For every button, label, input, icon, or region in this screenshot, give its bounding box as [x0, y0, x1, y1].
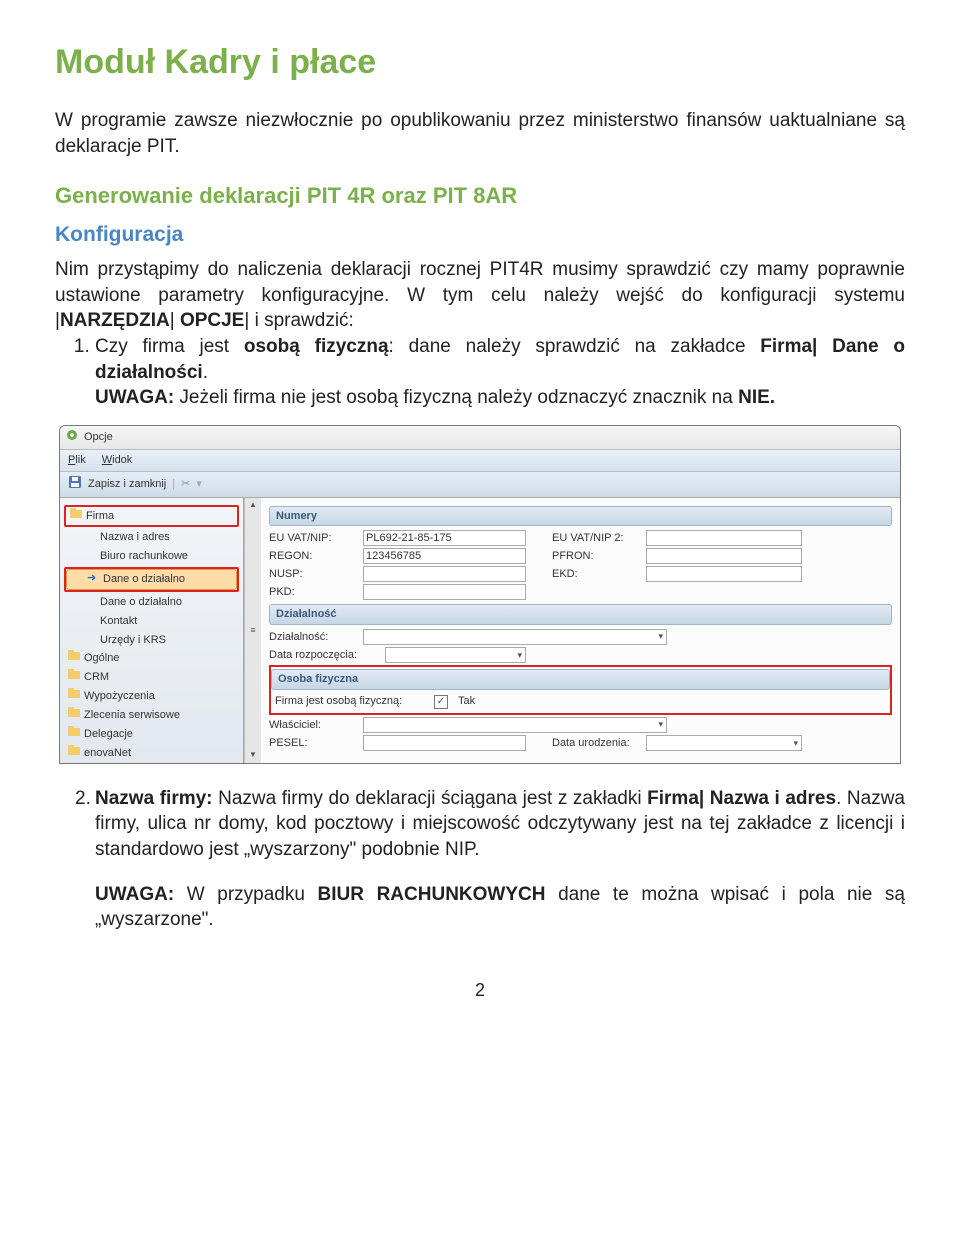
sidebar: Firma Nazwa i adres Biuro rachunkowe ➜ D… — [60, 498, 244, 763]
input-euvat2[interactable] — [646, 530, 802, 546]
window-title: Opcje — [84, 430, 113, 445]
menubar: Plik Widok — [60, 450, 900, 472]
list-item-2-uwaga: UWAGA: W przypadku BIUR RACHUNKOWYCH dan… — [55, 882, 905, 933]
input-data-urodzenia[interactable]: ▾ — [646, 735, 802, 751]
sidebar-item-urzedy[interactable]: Urzędy i KRS — [64, 631, 239, 650]
label-euvat: EU VAT/NIP: — [269, 531, 357, 546]
folder-icon — [70, 508, 82, 518]
intro-paragraph: W programie zawsze niezwłocznie po opubl… — [55, 108, 905, 159]
input-pesel[interactable] — [363, 735, 526, 751]
label-pesel: PESEL: — [269, 736, 357, 751]
sidebar-item-enovanet[interactable]: enovaNet — [64, 744, 239, 763]
sidebar-item-biuro[interactable]: Biuro rachunkowe — [64, 547, 239, 566]
section-numery: Numery — [269, 506, 892, 527]
embedded-screenshot: Opcje Plik Widok Zapisz i zamknij | ✂ ▾ … — [59, 425, 901, 764]
label-pfron: PFRON: — [552, 549, 640, 564]
dropdown-dzialalnosc[interactable] — [363, 629, 667, 645]
sidebar-scrollbar[interactable]: ▲≡▼ — [244, 498, 261, 763]
page-number: 2 — [55, 978, 905, 1002]
input-regon[interactable]: 123456785 — [363, 548, 526, 564]
arrow-icon: ➜ — [87, 571, 96, 586]
page-title: Moduł Kadry i płace — [55, 40, 905, 86]
sidebar-item-zlecenia[interactable]: Zlecenia serwisowe — [64, 706, 239, 725]
folder-icon — [68, 707, 80, 717]
label-nusp: NUSP: — [269, 567, 357, 582]
folder-icon — [68, 688, 80, 698]
folder-icon — [68, 745, 80, 755]
menu-plik[interactable]: Plik — [68, 453, 86, 468]
label-data-rozp: Data rozpoczęcia: — [269, 648, 379, 663]
input-nusp[interactable] — [363, 566, 526, 582]
sidebar-item-ogolne[interactable]: Ogólne — [64, 649, 239, 668]
section-dzialalnosc: Działalność — [269, 604, 892, 625]
sidebar-item-crm[interactable]: CRM — [64, 668, 239, 687]
sidebar-item-nazwa[interactable]: Nazwa i adres — [64, 528, 239, 547]
folder-icon — [68, 669, 80, 679]
label-euvat2: EU VAT/NIP 2: — [552, 531, 640, 546]
cut-icon[interactable]: ✂ — [181, 477, 190, 492]
list-item-2: 2. Nazwa firmy: Nazwa firmy do deklaracj… — [55, 786, 905, 863]
checkbox-osoba-fizyczna[interactable]: ✓ — [434, 695, 448, 709]
dropdown-wlasciciel[interactable] — [363, 717, 667, 733]
input-data-rozp[interactable]: ▾ — [385, 647, 526, 663]
section-osoba-fizyczna: Osoba fizyczna — [271, 669, 890, 690]
input-pkd[interactable] — [363, 584, 526, 600]
window-titlebar: Opcje — [60, 426, 900, 450]
toolbar: Zapisz i zamknij | ✂ ▾ — [60, 472, 900, 498]
label-ekd: EKD: — [552, 567, 640, 582]
label-data-urodzenia: Data urodzenia: — [552, 736, 640, 751]
label-dzialalnosc: Działalność: — [269, 630, 357, 645]
list-item-1: Czy firma jest osobą fizyczną: dane nale… — [95, 334, 905, 411]
input-euvat[interactable]: PL692-21-85-175 — [363, 530, 526, 546]
checkbox-label-tak: Tak — [458, 694, 475, 709]
sidebar-item-kontakt[interactable]: Kontakt — [64, 612, 239, 631]
label-wlasciciel: Właściciel: — [269, 718, 357, 733]
folder-icon — [68, 650, 80, 660]
label-pkd: PKD: — [269, 585, 357, 600]
label-regon: REGON: — [269, 549, 357, 564]
save-close-button[interactable]: Zapisz i zamknij — [88, 477, 166, 492]
section-heading-h3: Konfiguracja — [55, 221, 905, 249]
sidebar-item-dane-o-dzialalnosci[interactable]: ➜ Dane o działalno — [66, 569, 237, 590]
settings-icon — [66, 429, 78, 446]
input-pfron[interactable] — [646, 548, 802, 564]
config-paragraph: Nim przystąpimy do naliczenia deklaracji… — [55, 257, 905, 334]
sidebar-item-delegacje[interactable]: Delegacje — [64, 725, 239, 744]
main-panel: Numery EU VAT/NIP: PL692-21-85-175 EU VA… — [261, 498, 900, 763]
folder-icon — [68, 726, 80, 736]
label-firma-jest: Firma jest osobą fizyczną: — [275, 694, 420, 709]
sidebar-item-firma[interactable]: Firma — [66, 507, 237, 526]
section-heading-h2: Generowanie deklaracji PIT 4R oraz PIT 8… — [55, 181, 905, 211]
input-ekd[interactable] — [646, 566, 802, 582]
save-icon[interactable] — [68, 475, 82, 494]
sidebar-item-dane-2[interactable]: Dane o działalno — [64, 593, 239, 612]
menu-widok[interactable]: Widok — [102, 453, 133, 468]
sidebar-item-wypozyczenia[interactable]: Wypożyczenia — [64, 687, 239, 706]
